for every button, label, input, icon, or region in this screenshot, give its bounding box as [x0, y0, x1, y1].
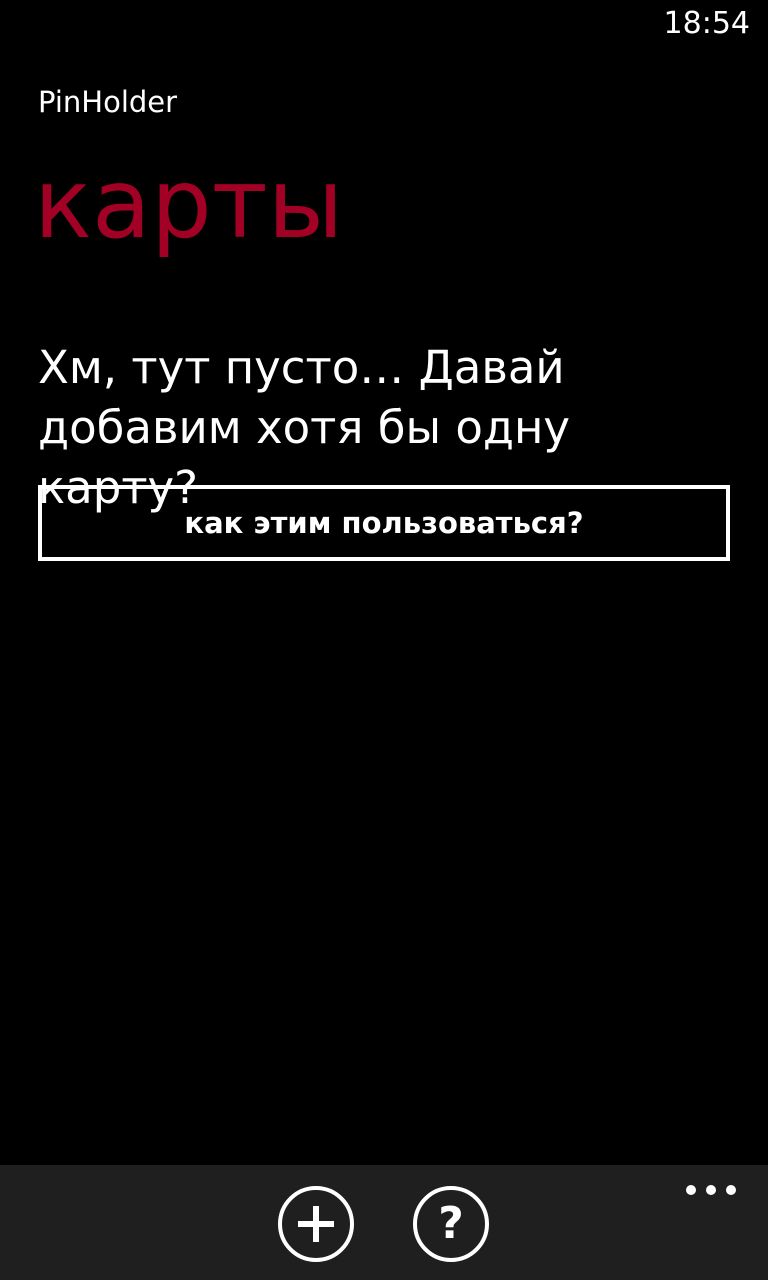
question-icon: ?	[438, 1198, 464, 1249]
app-name: PinHolder	[38, 85, 178, 119]
help-button[interactable]: ?	[413, 1186, 489, 1262]
how-to-use-button[interactable]: как этим пользоваться?	[38, 485, 730, 561]
application-bar: ?	[0, 1165, 768, 1280]
more-options-button[interactable]	[686, 1183, 736, 1197]
page-title: карты	[34, 148, 344, 260]
add-card-button[interactable]	[278, 1186, 354, 1262]
ellipsis-dot-icon	[686, 1185, 696, 1195]
plus-icon	[298, 1206, 334, 1242]
status-bar-time: 18:54	[663, 6, 750, 41]
ellipsis-dot-icon	[726, 1185, 736, 1195]
ellipsis-dot-icon	[706, 1185, 716, 1195]
